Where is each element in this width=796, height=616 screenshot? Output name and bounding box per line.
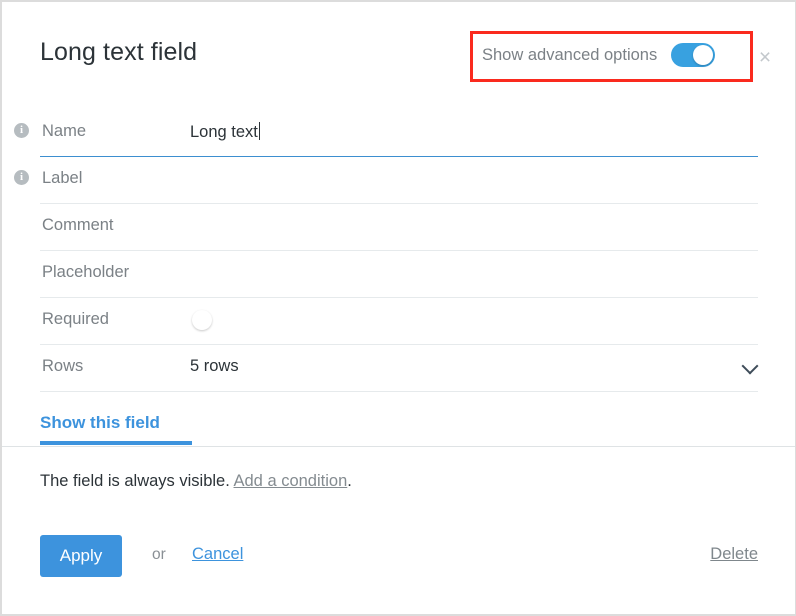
close-icon[interactable]: × [754, 47, 776, 69]
form-row-required[interactable]: Required [40, 298, 758, 345]
apply-button[interactable]: Apply [40, 535, 122, 577]
tab-show-this-field[interactable]: Show this field [40, 413, 160, 433]
tab-active-indicator [40, 441, 192, 445]
form-row-comment[interactable]: Comment [40, 204, 758, 251]
name-input-text: Long text [190, 123, 258, 141]
delete-link[interactable]: Delete [710, 545, 758, 564]
form-row-placeholder[interactable]: Placeholder [40, 251, 758, 298]
form-row-label-field[interactable]: i Label [14, 157, 758, 204]
text-caret [258, 122, 260, 140]
chevron-down-icon[interactable] [741, 357, 759, 375]
form-row-label: Rows [42, 357, 84, 375]
toggle-knob [192, 310, 212, 330]
advanced-options-toggle[interactable] [671, 43, 716, 67]
info-icon[interactable]: i [14, 123, 29, 138]
cancel-link[interactable]: Cancel [192, 545, 243, 564]
condition-prefix: The field is always visible. [40, 472, 234, 490]
condition-suffix: . [347, 472, 352, 490]
form-row-name[interactable]: i Name Long text [14, 110, 758, 157]
dialog-footer: Apply or Cancel Delete [2, 526, 795, 592]
toggle-knob [693, 45, 714, 65]
dialog-header: Long text field Show advanced options × [2, 2, 795, 106]
field-form: i Name Long text i Label Comment Placeho… [2, 110, 795, 392]
page-title: Long text field [40, 38, 198, 66]
form-row-label: Placeholder [42, 263, 130, 281]
advanced-options-label: Show advanced options [482, 45, 658, 64]
condition-panel: The field is always visible. Add a condi… [2, 462, 795, 506]
form-row-label: Required [42, 310, 109, 328]
form-row-label: Comment [42, 216, 114, 234]
rows-select-value[interactable]: 5 rows [190, 357, 239, 376]
info-icon[interactable]: i [14, 170, 29, 185]
field-editor-dialog: Long text field Show advanced options × … [0, 0, 796, 616]
form-row-label: Name [42, 122, 87, 140]
footer-or-label: or [152, 546, 166, 563]
form-row-rows[interactable]: Rows 5 rows [40, 345, 759, 392]
form-row-label: Label [42, 169, 83, 187]
condition-text: The field is always visible. Add a condi… [40, 472, 352, 491]
name-input-value[interactable]: Long text [190, 122, 260, 142]
add-condition-link[interactable]: Add a condition [234, 472, 348, 490]
tab-strip: Show this field [2, 402, 795, 447]
advanced-options-group[interactable]: Show advanced options [482, 43, 716, 67]
